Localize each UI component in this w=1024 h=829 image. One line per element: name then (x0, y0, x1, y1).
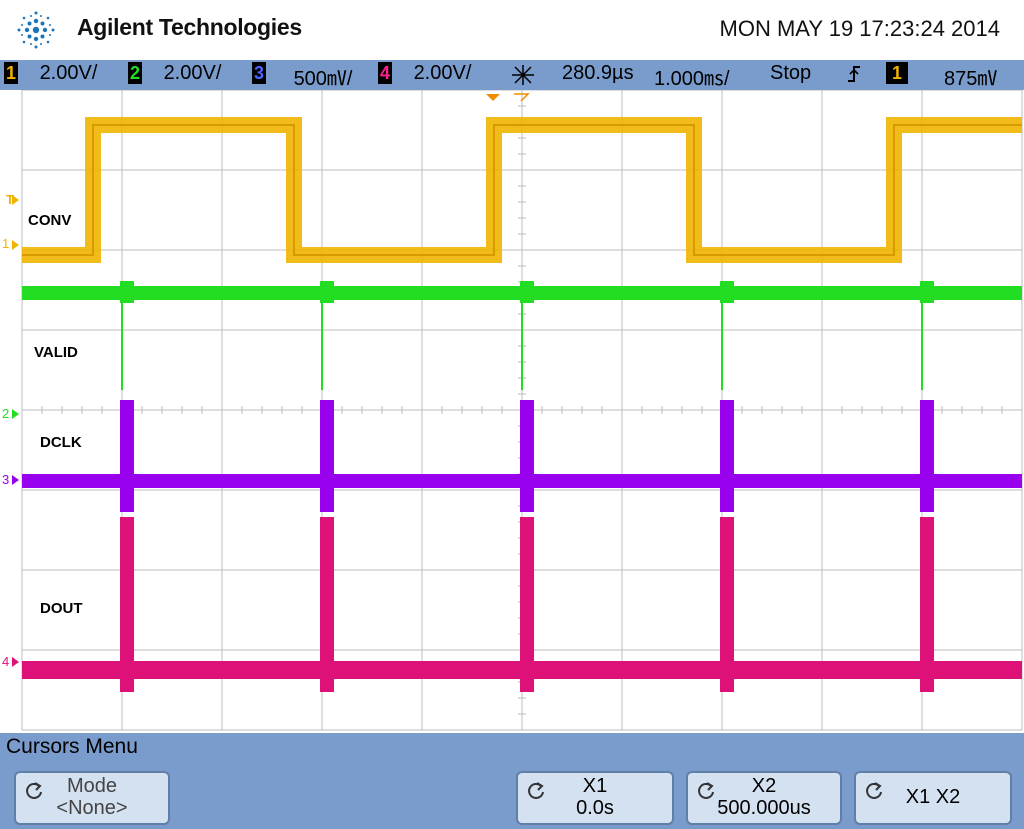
date-time: MON MAY 19 17:23:24 2014 (719, 16, 1000, 41)
x2-value: 500.000us (717, 797, 811, 819)
ch4-ground-arrow (12, 657, 19, 667)
header-bar: Agilent Technologies MON MAY 19 17:23:24… (0, 0, 1024, 60)
trigger-source[interactable]: 1 (886, 62, 908, 85)
ch3-ground-arrow (12, 475, 19, 485)
timebase-scale[interactable]: 1.000㎳/ (654, 62, 730, 91)
softkey-menu-bar: Cursors Menu Mode <None> X1 0.0s X2 500.… (0, 733, 1024, 829)
ch1-ground-marker[interactable]: 1 (2, 236, 9, 251)
ch2-valid-glitch (320, 281, 334, 303)
x1x2-label: X1 X2 (905, 786, 961, 808)
ch3-setting[interactable]: 3 500㎷/ (252, 62, 353, 91)
status-line: 1 2.00V/ 2 2.00V/ 3 500㎷/ 4 2.00V/ 280.9… (0, 60, 1024, 90)
ch1-scale: 2.00V/ (39, 62, 98, 84)
ch2-ground-marker[interactable]: 2 (2, 406, 9, 421)
ch4-scale: 2.00V/ (413, 62, 472, 84)
rising-edge-trigger-icon (846, 63, 862, 91)
ch2-valid-glitch (520, 281, 534, 303)
trigger-level[interactable]: 875㎷ (944, 62, 997, 91)
ch2-valid-glitch (120, 281, 134, 303)
ch3-ground-marker[interactable]: 3 (2, 472, 9, 487)
mode-softkey[interactable]: Mode <None> (14, 771, 170, 825)
horizontal-delay-icon (510, 63, 536, 93)
x1-softkey[interactable]: X1 0.0s (516, 771, 674, 825)
ch4-setting[interactable]: 4 2.00V/ (378, 62, 471, 85)
ch4-trace-label: DOUT (40, 600, 83, 617)
x1x2-softkey[interactable]: X1 X2 (854, 771, 1012, 825)
ch4-dout-burst (520, 517, 534, 692)
ch1-setting[interactable]: 1 2.00V/ (4, 62, 97, 85)
mode-value: <None> (56, 797, 128, 819)
waveform-display[interactable]: CONV VALID DCLK DOUT T 1 2 3 4 (0, 89, 1024, 733)
ch1-badge: 1 (4, 62, 18, 84)
ch2-badge: 2 (128, 62, 142, 84)
run-state[interactable]: Stop (770, 62, 811, 85)
x1-label: X1 (582, 775, 608, 797)
ch1-trace-label: CONV (28, 212, 72, 229)
ch3-dclk-burst (520, 400, 534, 512)
x2-softkey[interactable]: X2 500.000us (686, 771, 842, 825)
menu-title: Cursors Menu (6, 735, 138, 758)
ch3-dclk-burst (720, 400, 734, 512)
ch2-valid-glitch (720, 281, 734, 303)
ch4-ground-marker[interactable]: 4 (2, 654, 9, 669)
ch4-dout-burst (120, 517, 134, 692)
ch2-scale: 2.00V/ (163, 62, 222, 84)
ch4-dout-burst (320, 517, 334, 692)
ch2-ground-arrow (12, 409, 19, 419)
ch2-setting[interactable]: 2 2.00V/ (128, 62, 221, 85)
ch3-badge: 3 (252, 62, 266, 84)
x2-label: X2 (751, 775, 777, 797)
trigger-level-marker[interactable]: T (6, 192, 14, 207)
delay-reference-marker (514, 93, 530, 102)
ch3-dclk-burst (320, 400, 334, 512)
x1-value: 0.0s (576, 797, 614, 819)
ch3-scale: 500㎷/ (293, 68, 353, 90)
brand-name: Agilent Technologies (77, 14, 302, 40)
trigger-position-marker (486, 94, 500, 101)
ch2-trace-label: VALID (34, 344, 78, 361)
ch4-badge: 4 (378, 62, 392, 84)
agilent-spark-logo-icon (17, 11, 55, 49)
horizontal-delay[interactable]: 280.9µs (562, 62, 634, 85)
ch1-ground-arrow (12, 240, 19, 250)
ch4-dout-burst (720, 517, 734, 692)
trigger-channel-badge: 1 (886, 62, 908, 84)
ch3-dclk-burst (120, 400, 134, 512)
waveform-graticule (12, 89, 1023, 731)
mode-label: Mode (66, 775, 118, 797)
ch4-dout-burst (920, 517, 934, 692)
ch3-dclk-burst (920, 400, 934, 512)
ch3-trace-label: DCLK (40, 434, 82, 451)
ch2-valid-glitch (920, 281, 934, 303)
